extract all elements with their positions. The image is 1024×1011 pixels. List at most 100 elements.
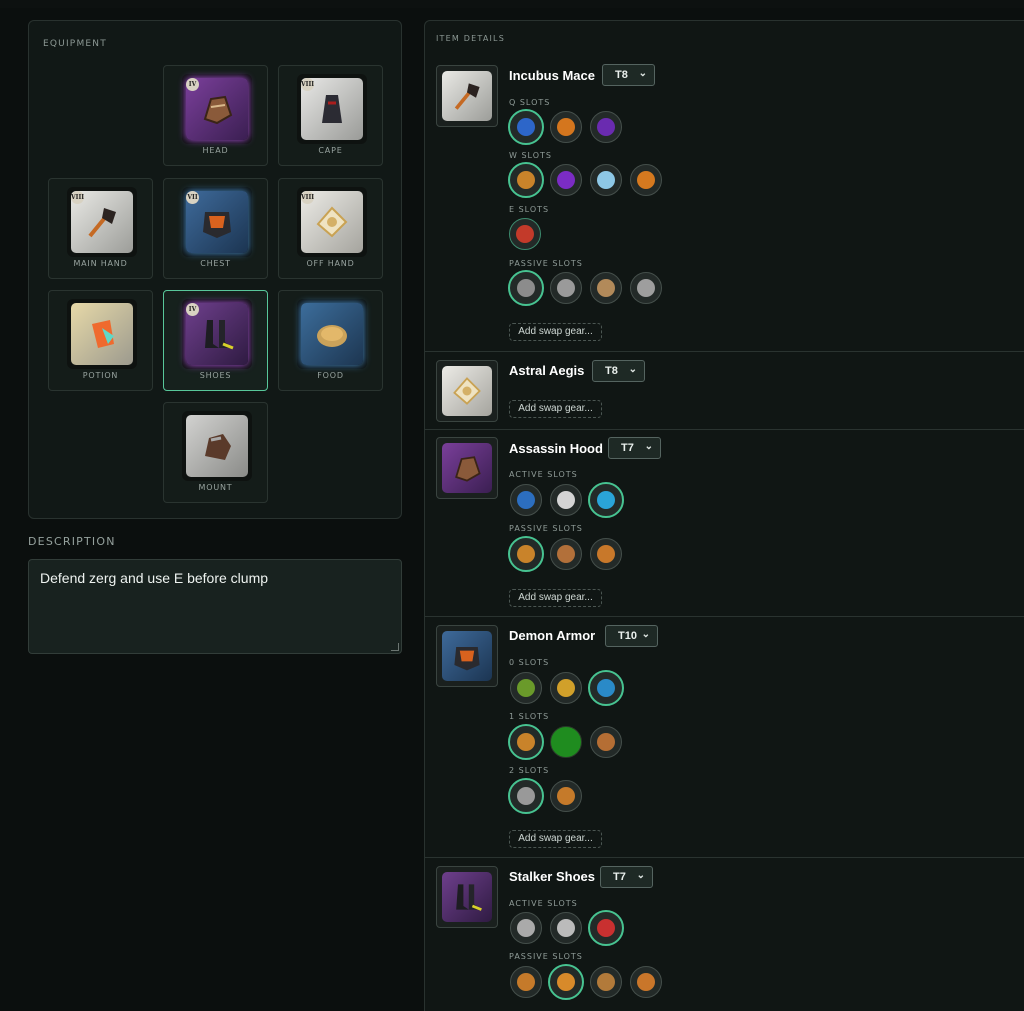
- slot-mount-label: MOUNT: [198, 483, 233, 492]
- main-hand-tier-badge: VIII: [71, 191, 84, 204]
- add-swap-gear-button[interactable]: Add swap gear...: [509, 323, 602, 341]
- stalker-shoes-icon: [436, 866, 498, 928]
- spell-slot[interactable]: [508, 778, 544, 814]
- spell-slot[interactable]: [590, 538, 622, 570]
- item-name: Demon Armor: [509, 628, 596, 643]
- equipment-title: EQUIPMENT: [43, 39, 107, 49]
- spell-slot[interactable]: [550, 111, 582, 143]
- slot-potion[interactable]: POTION: [48, 290, 153, 391]
- spell-slot[interactable]: [588, 670, 624, 706]
- slot-food[interactable]: FOOD: [278, 290, 383, 391]
- shoes-tier-badge: IV: [186, 303, 199, 316]
- spell-slot[interactable]: [550, 272, 582, 304]
- item-name: Stalker Shoes: [509, 869, 595, 884]
- tier-select[interactable]: T8 ⌄: [602, 64, 655, 86]
- add-swap-gear-button[interactable]: Add swap gear...: [509, 830, 602, 848]
- slot-main-hand[interactable]: VIII MAIN HAND: [48, 178, 153, 279]
- chest-tier-badge: VII: [186, 191, 199, 204]
- tier-select-value: T7: [613, 871, 626, 883]
- spell-slot-empty-green[interactable]: [550, 726, 582, 758]
- spell-slot[interactable]: [630, 272, 662, 304]
- spell-slot[interactable]: [550, 780, 582, 812]
- spell-slot[interactable]: [550, 672, 582, 704]
- spell-slot[interactable]: [508, 109, 544, 145]
- spell-slot[interactable]: [550, 538, 582, 570]
- item-details-panel: ITEM DETAILS Incubus Mace T8 ⌄ Q SLOTS W …: [424, 20, 1024, 1011]
- description-text: Defend zerg and use E before clump: [40, 570, 269, 586]
- slot-group-label: W SLOTS: [509, 151, 552, 160]
- item-name: Assassin Hood: [509, 441, 603, 456]
- equipment-panel: EQUIPMENT IV HEAD VIII CAPE VIII MAIN HA…: [28, 20, 402, 519]
- chest-item-icon: VII: [182, 187, 252, 257]
- spell-slot[interactable]: [510, 672, 542, 704]
- spell-slot[interactable]: [630, 164, 662, 196]
- spell-slot[interactable]: [550, 484, 582, 516]
- chevron-down-icon: ⌄: [636, 870, 645, 881]
- tier-select[interactable]: T8 ⌄: [592, 360, 645, 382]
- slot-shoes-label: SHOES: [199, 371, 232, 380]
- item-divider: [425, 351, 1024, 352]
- main-hand-item-icon: VIII: [67, 187, 137, 257]
- chevron-down-icon: ⌄: [638, 68, 647, 79]
- slot-potion-label: POTION: [82, 371, 119, 380]
- slot-food-label: FOOD: [317, 371, 344, 380]
- slot-group-label: E SLOTS: [509, 205, 550, 214]
- spell-slot[interactable]: [508, 724, 544, 760]
- spell-slot[interactable]: [590, 164, 622, 196]
- spell-slot[interactable]: [590, 272, 622, 304]
- spell-slot[interactable]: [550, 164, 582, 196]
- spell-slot[interactable]: [590, 726, 622, 758]
- spell-slot[interactable]: [510, 484, 542, 516]
- description-textarea[interactable]: Defend zerg and use E before clump: [28, 559, 402, 654]
- potion-item-icon: [67, 299, 137, 369]
- incubus-mace-icon: [436, 65, 498, 127]
- slot-group-label: PASSIVE SLOTS: [509, 259, 583, 268]
- tier-select[interactable]: T7 ⌄: [600, 866, 653, 888]
- spell-slot[interactable]: [588, 482, 624, 518]
- shoes-item-icon: IV: [182, 299, 252, 369]
- demon-armor-icon: [436, 625, 498, 687]
- resize-grip-icon[interactable]: [391, 643, 399, 651]
- slot-group-label: PASSIVE SLOTS: [509, 524, 583, 533]
- spell-slot[interactable]: [588, 910, 624, 946]
- item-name: Incubus Mace: [509, 68, 595, 83]
- slot-mount[interactable]: MOUNT: [163, 402, 268, 503]
- slot-shoes[interactable]: IV SHOES: [163, 290, 268, 391]
- mount-item-icon: [182, 411, 252, 481]
- tier-select[interactable]: T7 ⌄: [608, 437, 661, 459]
- head-item-icon: IV: [182, 74, 252, 144]
- spell-slot[interactable]: [590, 111, 622, 143]
- chevron-down-icon: ⌄: [641, 629, 650, 640]
- slot-group-label: 0 SLOTS: [509, 658, 550, 667]
- item-divider: [425, 616, 1024, 617]
- spell-slot[interactable]: [508, 536, 544, 572]
- cape-item-icon: VIII: [297, 74, 367, 144]
- slot-off-hand[interactable]: VIII OFF HAND: [278, 178, 383, 279]
- spell-slot[interactable]: [590, 966, 622, 998]
- spell-slot[interactable]: [510, 966, 542, 998]
- spell-slot[interactable]: [508, 162, 544, 198]
- slot-cape[interactable]: VIII CAPE: [278, 65, 383, 166]
- off-hand-item-icon: VIII: [297, 187, 367, 257]
- spell-slot[interactable]: [550, 912, 582, 944]
- slot-head[interactable]: IV HEAD: [163, 65, 268, 166]
- add-swap-gear-button[interactable]: Add swap gear...: [509, 589, 602, 607]
- spell-slot[interactable]: [508, 270, 544, 306]
- chevron-down-icon: ⌄: [644, 441, 653, 452]
- spell-slot[interactable]: [509, 218, 541, 250]
- slot-group-label: Q SLOTS: [509, 98, 551, 107]
- slot-group-label: 1 SLOTS: [509, 712, 550, 721]
- tier-select[interactable]: T10 ⌄: [605, 625, 658, 647]
- add-swap-gear-button[interactable]: Add swap gear...: [509, 400, 602, 418]
- tier-select-value: T8: [605, 365, 618, 377]
- spell-slot[interactable]: [510, 912, 542, 944]
- assassin-hood-icon: [436, 437, 498, 499]
- slot-group-label: ACTIVE SLOTS: [509, 470, 578, 479]
- spell-slot[interactable]: [548, 964, 584, 1000]
- slot-chest[interactable]: VII CHEST: [163, 178, 268, 279]
- spell-slot[interactable]: [630, 966, 662, 998]
- slot-head-label: HEAD: [202, 146, 229, 155]
- slot-group-label: PASSIVE SLOTS: [509, 952, 583, 961]
- item-details-title: ITEM DETAILS: [436, 34, 505, 43]
- slot-group-label: 2 SLOTS: [509, 766, 550, 775]
